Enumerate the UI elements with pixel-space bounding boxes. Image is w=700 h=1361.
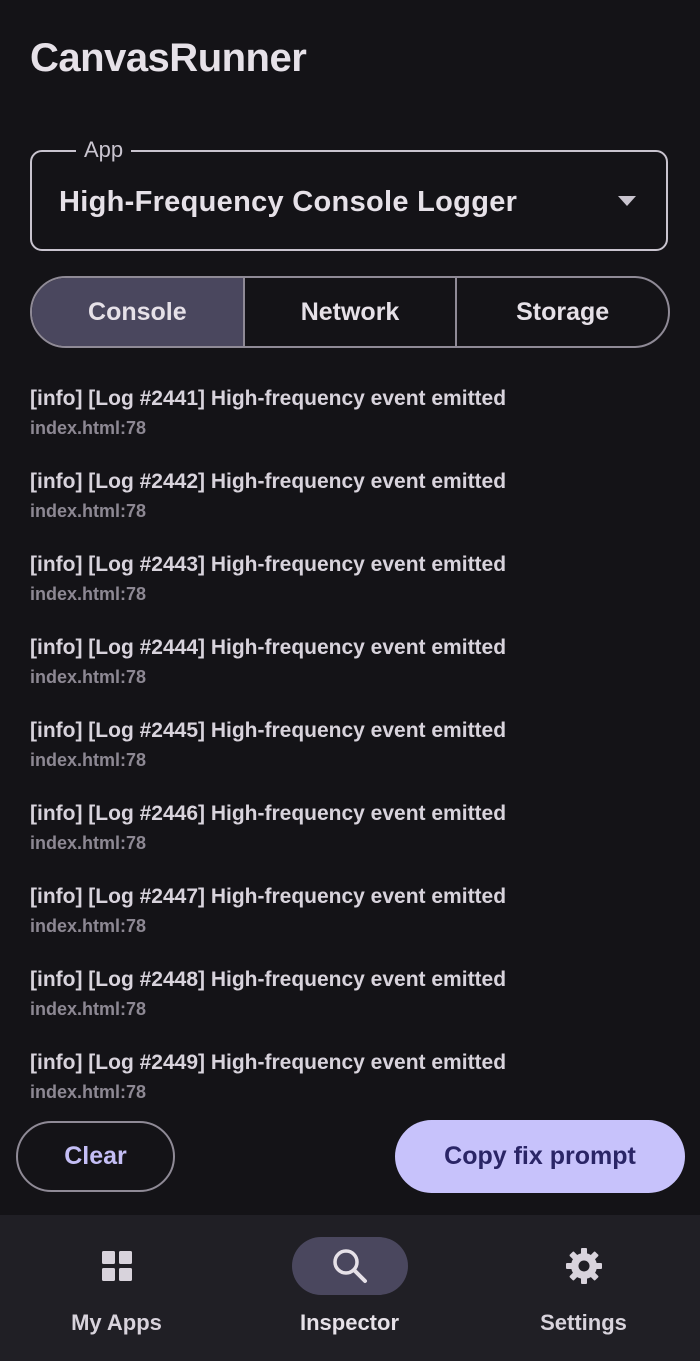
- log-source: index.html:78: [30, 501, 147, 521]
- nav-item-my-apps[interactable]: My Apps: [0, 1215, 233, 1361]
- console-log-list[interactable]: [info] [Log #2441] High-frequency event …: [0, 372, 700, 1098]
- nav-item-settings[interactable]: Settings: [467, 1215, 700, 1361]
- log-message: [info] [Log #2447] High-frequency event …: [30, 885, 507, 908]
- log-source: index.html:78: [30, 418, 147, 438]
- gear-icon: [565, 1248, 602, 1284]
- app-title: CanvasRunner: [30, 36, 307, 80]
- log-message: [info] [Log #2442] High-frequency event …: [30, 470, 507, 493]
- clear-button[interactable]: Clear: [16, 1121, 175, 1192]
- tab-storage[interactable]: Storage: [457, 278, 668, 346]
- log-entry: [info] [Log #2449] High-frequency event …: [30, 1049, 670, 1098]
- log-entry: [info] [Log #2441] High-frequency event …: [30, 385, 670, 440]
- app-select-dropdown[interactable]: App High-Frequency Console Logger: [30, 137, 668, 251]
- log-source: index.html:78: [30, 750, 147, 770]
- log-entry: [info] [Log #2444] High-frequency event …: [30, 634, 670, 689]
- log-message: [info] [Log #2448] High-frequency event …: [30, 968, 507, 991]
- tab-network[interactable]: Network: [245, 278, 458, 346]
- log-entry: [info] [Log #2442] High-frequency event …: [30, 468, 670, 523]
- search-icon: [332, 1249, 367, 1283]
- bottom-navigation: My Apps Inspector Settings: [0, 1215, 700, 1361]
- nav-item-inspector[interactable]: Inspector: [233, 1215, 466, 1361]
- log-entry: [info] [Log #2447] High-frequency event …: [30, 883, 670, 938]
- log-entry: [info] [Log #2445] High-frequency event …: [30, 717, 670, 772]
- log-source: index.html:78: [30, 584, 147, 604]
- inspector-tabs: Console Network Storage: [30, 276, 670, 348]
- log-entry: [info] [Log #2446] High-frequency event …: [30, 800, 670, 855]
- log-message: [info] [Log #2441] High-frequency event …: [30, 387, 507, 410]
- log-source: index.html:78: [30, 833, 147, 853]
- copy-fix-prompt-button[interactable]: Copy fix prompt: [395, 1120, 685, 1193]
- log-message: [info] [Log #2449] High-frequency event …: [30, 1051, 507, 1074]
- grid-icon: [101, 1251, 132, 1281]
- app-select-label: App: [76, 137, 132, 163]
- log-source: index.html:78: [30, 667, 147, 687]
- app-select-value: High-Frequency Console Logger: [59, 186, 518, 218]
- nav-label: Settings: [540, 1310, 627, 1335]
- log-message: [info] [Log #2443] High-frequency event …: [30, 553, 507, 576]
- log-entry: [info] [Log #2443] High-frequency event …: [30, 551, 670, 606]
- nav-icon-container: [59, 1237, 175, 1295]
- nav-label: My Apps: [71, 1310, 162, 1335]
- log-message: [info] [Log #2445] High-frequency event …: [30, 719, 507, 742]
- nav-icon-container: [291, 1237, 408, 1295]
- dropdown-arrow-icon: [618, 196, 636, 206]
- tab-console[interactable]: Console: [32, 278, 245, 346]
- log-source: index.html:78: [30, 999, 147, 1019]
- log-message: [info] [Log #2446] High-frequency event …: [30, 802, 507, 825]
- log-entry: [info] [Log #2448] High-frequency event …: [30, 966, 670, 1021]
- log-message: [info] [Log #2444] High-frequency event …: [30, 636, 507, 659]
- log-source: index.html:78: [30, 916, 147, 936]
- nav-label: Inspector: [299, 1310, 400, 1335]
- nav-icon-container: [526, 1237, 642, 1295]
- log-source: index.html:78: [30, 1082, 147, 1098]
